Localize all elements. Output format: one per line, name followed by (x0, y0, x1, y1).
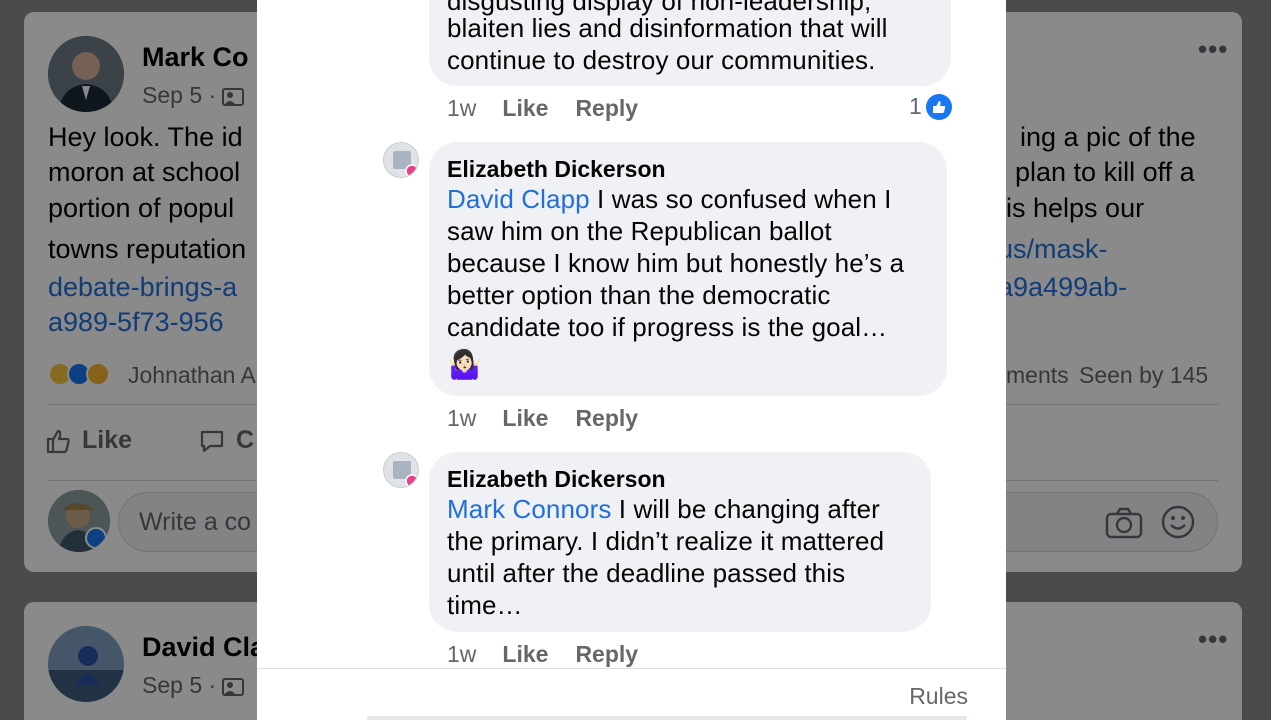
comment-timestamp[interactable]: 1w (447, 641, 476, 668)
modal-footer: Rules (257, 668, 1006, 720)
shrug-emoji: 🤷🏻‍♀️ (447, 348, 482, 381)
comment-text-line: blaiten lies and disinformation that wil… (447, 13, 888, 43)
comment-text-line: because I know him but honestly he’s a (447, 248, 905, 278)
like-reaction-icon (925, 93, 952, 120)
comment-like-count[interactable]: 1 (909, 93, 952, 120)
comment-text-line: better option than the democratic (447, 280, 831, 310)
like-count-value: 1 (909, 93, 922, 119)
comment-text: I will be changing after (611, 494, 880, 524)
rules-link[interactable]: Rules (909, 683, 968, 710)
comment-timestamp[interactable]: 1w (447, 95, 476, 122)
comment-author[interactable]: Elizabeth Dickerson (447, 156, 666, 183)
comment-text-line: continue to destroy our communities. (447, 45, 876, 75)
comment-like-button[interactable]: Like (502, 405, 548, 432)
commenter-avatar[interactable] (383, 452, 419, 488)
comment-text-line: time… (447, 590, 523, 620)
comment-actions: 1w Like Reply (447, 641, 665, 668)
comment-reply-button[interactable]: Reply (575, 641, 638, 668)
comment-text: I was so confused when I (589, 184, 892, 214)
comment-text-line: the primary. I didn’t realize it mattere… (447, 526, 885, 556)
comment-reply-button[interactable]: Reply (575, 95, 638, 122)
commenter-avatar[interactable] (383, 142, 419, 178)
comment-text-line: candidate too if progress is the goal… (447, 312, 888, 342)
comment-actions: 1w Like Reply (447, 405, 665, 432)
mention-link[interactable]: Mark Connors (447, 494, 611, 524)
comment-text-line: until after the deadline passed this (447, 558, 846, 588)
comment-timestamp[interactable]: 1w (447, 405, 476, 432)
comment-like-button[interactable]: Like (502, 95, 548, 122)
comments-modal: disgusting display of non-leadership, bl… (257, 0, 1006, 720)
comment-actions: 1w Like Reply (447, 95, 665, 122)
comment-reply-button[interactable]: Reply (575, 405, 638, 432)
comment-text-line: Mark Connors I will be changing after (447, 494, 880, 525)
comment-like-button[interactable]: Like (502, 641, 548, 668)
comment-author[interactable]: Elizabeth Dickerson (447, 466, 666, 493)
comment-text-line: David Clapp I was so confused when I (447, 184, 891, 215)
scroll-handle[interactable] (367, 716, 967, 720)
comment-text-line: saw him on the Republican ballot (447, 216, 832, 246)
mention-link[interactable]: David Clapp (447, 184, 590, 214)
